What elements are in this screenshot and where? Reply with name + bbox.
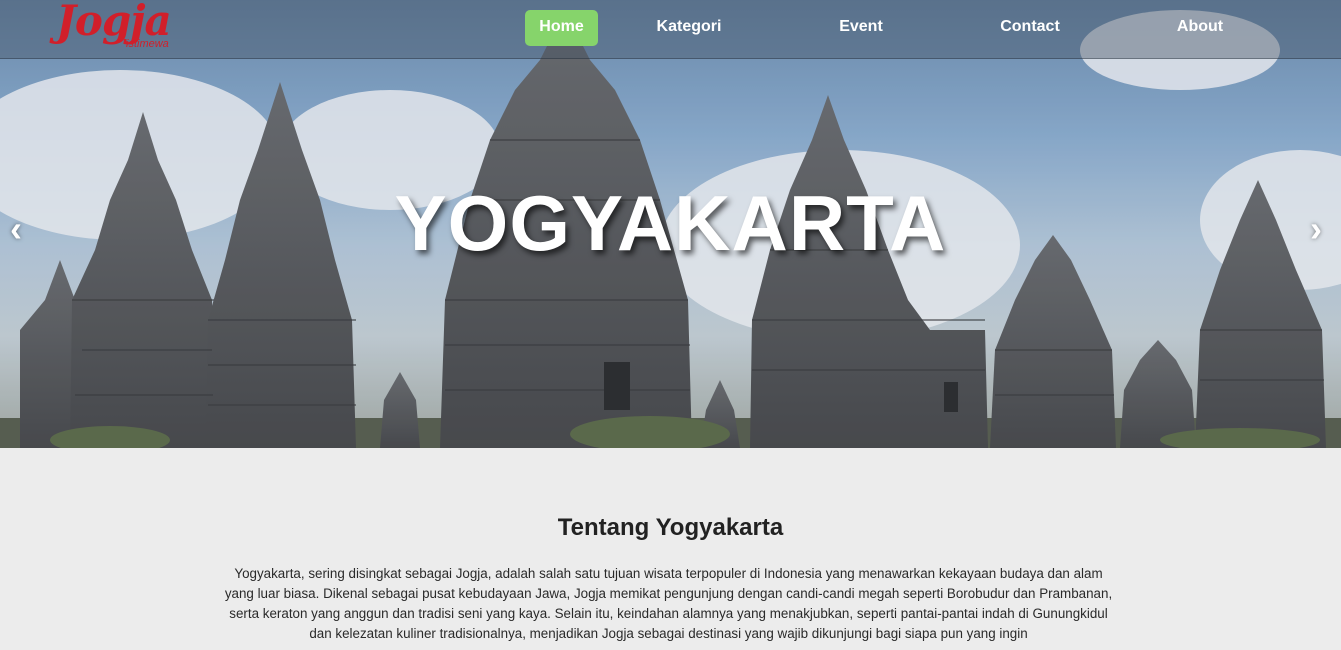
- nav-contact[interactable]: Contact: [994, 10, 1066, 46]
- nav-kategori[interactable]: Kategori: [648, 10, 730, 46]
- nav-event[interactable]: Event: [830, 10, 892, 46]
- about-paragraph: Yogyakarta, sering disingkat sebagai Jog…: [224, 566, 1113, 641]
- about-section: Tentang Yogyakarta Yogyakarta, sering di…: [0, 448, 1341, 650]
- logo-tagline: istimewa: [126, 38, 169, 50]
- carousel-prev-arrow[interactable]: ‹: [10, 208, 22, 250]
- carousel-next-arrow[interactable]: ›: [1310, 208, 1322, 250]
- jogja-istimewa-logo[interactable]: Jogja istimewa: [54, 0, 184, 54]
- hero-carousel: YOGYAKARTA ‹ › Jogja istimewa Home Kateg…: [0, 0, 1341, 448]
- nav-about[interactable]: About: [1170, 10, 1230, 46]
- nav-home[interactable]: Home: [525, 10, 598, 46]
- about-heading: Tentang Yogyakarta: [557, 514, 784, 541]
- navbar: Jogja istimewa Home Kategori Event Conta…: [0, 0, 1341, 59]
- hero-title: YOGYAKARTA: [394, 179, 947, 267]
